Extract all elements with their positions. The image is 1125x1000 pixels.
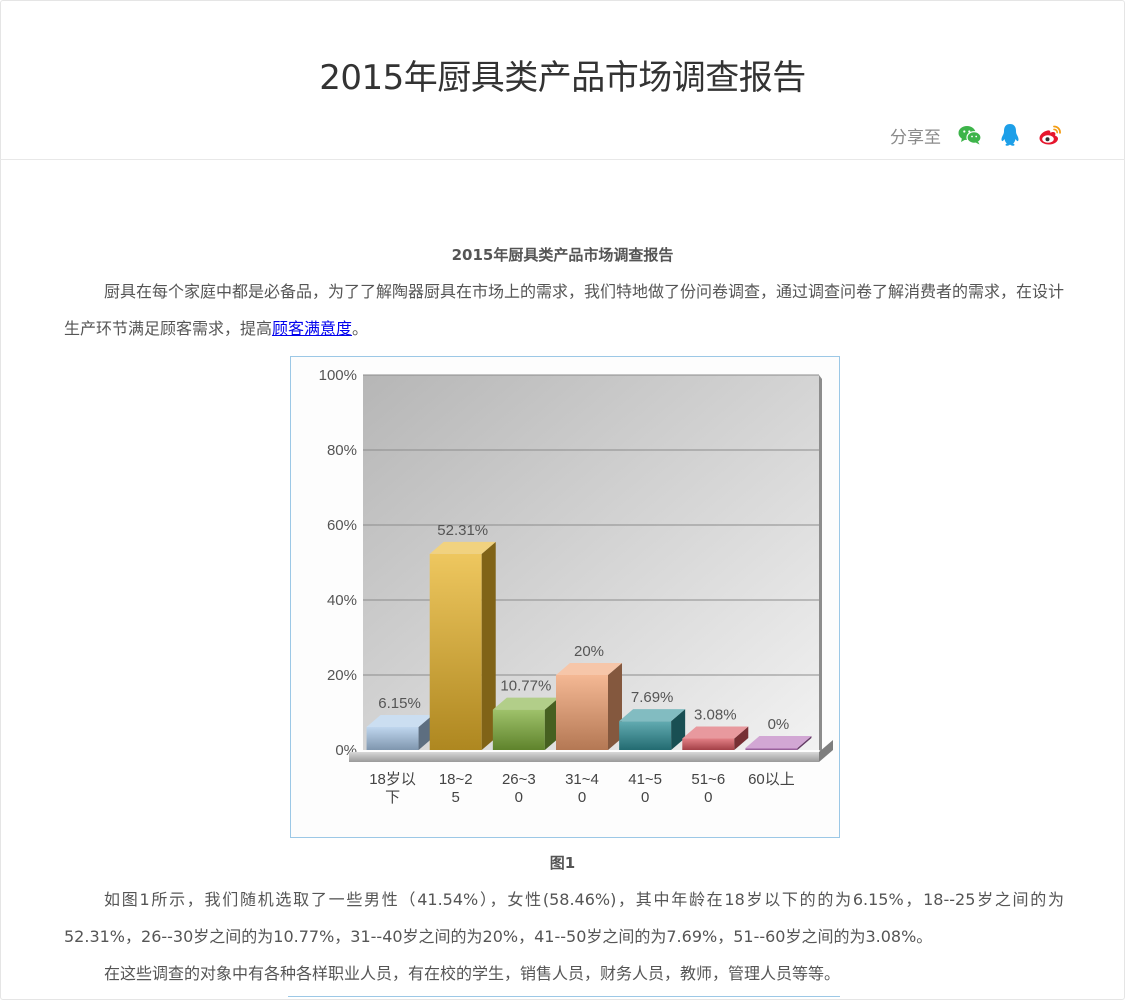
share-bar: 分享至	[890, 120, 1063, 150]
data-label: 6.15%	[378, 695, 421, 712]
bar-front	[745, 748, 798, 750]
data-label: 0%	[768, 716, 790, 733]
share-label: 分享至	[890, 127, 941, 148]
bar-0	[366, 714, 433, 750]
bar-4	[619, 709, 686, 750]
y-tick-label: 20%	[327, 667, 357, 684]
bar-front	[682, 738, 735, 750]
x-tick-label-wrap: 0	[704, 789, 712, 806]
bar-2	[492, 697, 559, 750]
bar-1	[429, 541, 496, 750]
bar-front	[429, 553, 482, 750]
data-label: 10.77%	[500, 678, 551, 695]
x-tick-label-wrap: 0	[641, 789, 649, 806]
data-label: 3.08%	[694, 706, 737, 723]
data-label: 20%	[574, 643, 604, 660]
x-tick-label-wrap: 0	[515, 789, 523, 806]
chart-wall-edge	[819, 375, 822, 752]
qq-icon[interactable]	[997, 122, 1023, 148]
y-tick-label: 100%	[319, 367, 357, 384]
weibo-icon[interactable]	[1037, 122, 1063, 148]
satisfaction-link[interactable]: 顾客满意度	[272, 319, 352, 338]
bar-5	[682, 726, 749, 750]
y-tick-label: 60%	[327, 517, 357, 534]
bar-front	[619, 721, 672, 750]
intro-text: 厨具在每个家庭中都是必备品，为了了解陶器厨具在市场上的需求，我们特地做了份问卷调…	[64, 282, 1065, 338]
data-label: 52.31%	[437, 522, 488, 539]
figure-caption: 图1	[549, 854, 576, 872]
x-tick-label: 18岁以	[369, 771, 416, 788]
x-tick-label-wrap: 5	[452, 789, 460, 806]
chart-container: 0% 20% 40% 60% 80% 100% 6.15% 18岁以下 52.31% 18~2 5 1…	[290, 356, 840, 838]
bar-front	[366, 726, 419, 750]
chart-floor	[349, 752, 819, 762]
data-label: 7.69%	[631, 689, 674, 706]
x-tick-label-wrap: 0	[578, 789, 586, 806]
bar-3	[556, 663, 622, 750]
wechat-icon[interactable]	[957, 122, 983, 148]
x-tick-label: 31~4	[565, 771, 599, 788]
occupation-paragraph: 在这些调查的对象中有各种各样职业人员，有在校的学生，销售人员，财务人员，教师，管…	[104, 964, 841, 983]
x-tick-label: 51~6	[691, 771, 725, 788]
intro-end: 。	[352, 319, 369, 338]
y-tick-label: 40%	[327, 592, 357, 609]
x-tick-label-wrap: 下	[385, 789, 400, 806]
page-title: 2015年厨具类产品市场调查报告	[319, 58, 806, 98]
bar-front	[492, 709, 545, 750]
age-distribution-chart: 0%20%40%60%80%100%6.15%18岁以下52.31%18~251…	[319, 367, 833, 806]
x-tick-label: 41~5	[628, 771, 662, 788]
x-tick-label: 60以上	[748, 771, 795, 788]
y-tick-label: 80%	[327, 442, 357, 459]
x-tick-label: 26~3	[502, 771, 536, 788]
intro-paragraph: 厨具在每个家庭中都是必备品，为了了解陶器厨具在市场上的需求，我们特地做了份问卷调…	[64, 273, 1064, 347]
next-figure-edge	[288, 996, 840, 1000]
article-title: 2015年厨具类产品市场调查报告	[451, 246, 674, 264]
header: 2015年厨具类产品市场调查报告 分享至	[0, 0, 1125, 160]
x-tick-label: 18~2	[439, 771, 473, 788]
bar-front	[556, 675, 608, 750]
results-paragraph: 如图1所示，我们随机选取了一些男性（41.54%），女性(58.46%)，其中年…	[64, 890, 1064, 946]
